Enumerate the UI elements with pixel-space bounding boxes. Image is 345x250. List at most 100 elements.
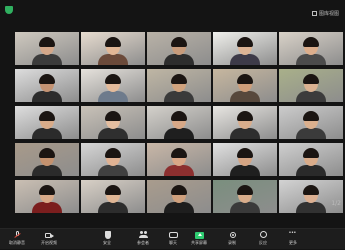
participant-hair <box>171 148 187 158</box>
participant-tile[interactable] <box>81 180 145 213</box>
toolbar-button-reactions[interactable]: 反应 <box>248 231 278 245</box>
participant-body <box>164 54 194 65</box>
participant-hair <box>303 74 319 84</box>
share-screen-icon <box>194 231 204 239</box>
participant-tile[interactable] <box>15 180 79 213</box>
toolbar-button-label: 参会者 <box>137 240 149 245</box>
participant-body <box>230 128 260 139</box>
participant-video-grid <box>15 32 343 250</box>
meeting-toolbar: 取消静音 开启视频 安全 参会者 聊天 共享屏幕 录制 反应 更多 <box>0 228 345 249</box>
participant-tile[interactable] <box>15 32 79 65</box>
participant-video <box>296 185 326 213</box>
participant-tile[interactable] <box>213 143 277 176</box>
participant-tile[interactable] <box>279 180 343 213</box>
participant-body <box>98 91 128 102</box>
toolbar-button-share-screen[interactable]: 共享屏幕 <box>184 231 214 245</box>
toolbar-button-label: 更多 <box>289 240 297 245</box>
participant-tile[interactable] <box>213 106 277 139</box>
participant-hair <box>105 37 121 47</box>
toolbar-button-label: 反应 <box>259 240 267 245</box>
participant-body <box>296 165 326 176</box>
participant-body <box>98 165 128 176</box>
participant-tile[interactable] <box>81 106 145 139</box>
participant-video <box>32 74 62 102</box>
participant-video <box>230 111 260 139</box>
participant-body <box>164 128 194 139</box>
participants-icon <box>138 231 148 239</box>
participant-tile[interactable] <box>147 143 211 176</box>
toolbar-button-label: 开启视频 <box>41 240 57 245</box>
participant-body <box>98 54 128 65</box>
participant-tile[interactable] <box>15 106 79 139</box>
participant-hair <box>105 148 121 158</box>
participant-hair <box>105 185 121 195</box>
participant-body <box>32 91 62 102</box>
participant-hair <box>171 111 187 121</box>
gallery-view-label: 图库视图 <box>318 11 339 17</box>
participant-video <box>164 148 194 176</box>
participant-hair <box>39 185 55 195</box>
participant-video <box>32 37 62 65</box>
toolbar-button-label: 共享屏幕 <box>191 240 207 245</box>
toolbar-button-mic-off[interactable]: 取消静音 <box>2 231 32 245</box>
participant-tile[interactable] <box>147 32 211 65</box>
participant-hair <box>39 74 55 84</box>
participant-video <box>98 111 128 139</box>
participant-video <box>164 111 194 139</box>
top-right-controls: 图库视图 <box>311 10 339 17</box>
participant-tile[interactable] <box>279 69 343 102</box>
mic-off-icon <box>13 231 22 239</box>
participant-video <box>230 148 260 176</box>
participant-tile[interactable] <box>81 143 145 176</box>
participant-tile[interactable] <box>279 143 343 176</box>
participant-video <box>32 148 62 176</box>
participant-body <box>32 165 62 176</box>
participant-body <box>230 165 260 176</box>
participant-body <box>164 91 194 102</box>
participant-video <box>296 37 326 65</box>
participant-tile[interactable] <box>147 69 211 102</box>
page-indicator[interactable]: 1/2 <box>331 200 341 207</box>
gallery-view-button[interactable]: 图库视图 <box>311 10 339 17</box>
participant-tile[interactable] <box>81 32 145 65</box>
toolbar-button-more[interactable]: 更多 <box>278 231 308 245</box>
toolbar-button-record[interactable]: 录制 <box>217 231 247 245</box>
participant-body <box>164 165 194 176</box>
participant-body <box>164 202 194 213</box>
participant-video <box>32 111 62 139</box>
participant-body <box>32 202 62 213</box>
participant-body <box>98 202 128 213</box>
chat-icon <box>168 231 178 239</box>
participant-hair <box>303 148 319 158</box>
participant-body <box>32 54 62 65</box>
participant-video <box>230 37 260 65</box>
participant-tile[interactable] <box>15 143 79 176</box>
participant-video <box>296 74 326 102</box>
participant-hair <box>237 111 253 121</box>
participant-hair <box>39 37 55 47</box>
participant-body <box>296 128 326 139</box>
participant-tile[interactable] <box>279 106 343 139</box>
participant-video <box>98 74 128 102</box>
participant-tile[interactable] <box>15 69 79 102</box>
toolbar-button-camera[interactable]: 开启视频 <box>34 231 64 245</box>
toolbar-button-label: 聊天 <box>169 240 177 245</box>
participant-tile[interactable] <box>147 180 211 213</box>
toolbar-button-participants[interactable]: 参会者 <box>128 231 158 245</box>
participant-tile[interactable] <box>213 69 277 102</box>
participant-hair <box>39 111 55 121</box>
participant-tile[interactable] <box>279 32 343 65</box>
participant-hair <box>303 37 319 47</box>
toolbar-button-label: 安全 <box>103 240 111 245</box>
camera-icon <box>44 231 54 239</box>
encryption-shield-icon[interactable] <box>5 6 13 14</box>
participant-video <box>164 74 194 102</box>
participant-hair <box>237 74 253 84</box>
participant-body <box>32 128 62 139</box>
participant-tile[interactable] <box>213 180 277 213</box>
participant-tile[interactable] <box>147 106 211 139</box>
participant-tile[interactable] <box>213 32 277 65</box>
record-icon <box>228 231 237 239</box>
participant-tile[interactable] <box>81 69 145 102</box>
toolbar-button-shield[interactable]: 安全 <box>92 231 122 245</box>
